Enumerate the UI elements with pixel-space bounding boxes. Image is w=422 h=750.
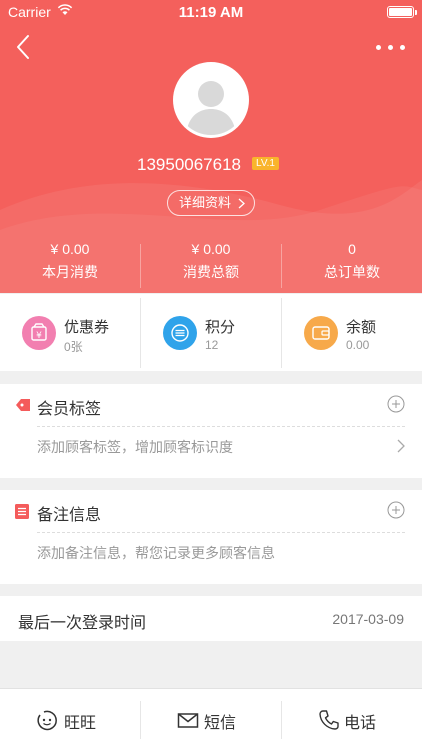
asset-title: 余额 [346,319,377,336]
stat-value: 0 [348,241,356,257]
balance-entry[interactable]: 余额 0.00 [282,294,422,371]
asset-title: 积分 [205,319,236,336]
last-login-row: 最后一次登录时间 2017-03-09 [0,596,422,641]
battery-icon [387,6,417,18]
stat-label: 消费总额 [183,264,239,280]
avatar[interactable] [173,62,249,138]
dashed-divider [37,426,405,427]
asset-summary: ¥ 优惠券 0张 积分 12 余额 0.00 [0,294,422,371]
stat-total-spend: ¥ 0.00 消费总额 [141,236,281,292]
stat-value: ¥ 0.00 [191,241,231,257]
asset-title: 优惠券 [64,319,110,336]
stat-value: ¥ 0.00 [50,241,90,257]
more-dot-icon [388,45,393,50]
call-button[interactable]: 电话 [282,689,422,750]
customer-phone: 13950067618 [137,155,242,174]
stat-label: 本月消费 [42,264,98,280]
sms-button[interactable]: 短信 [141,689,281,750]
add-tag-button[interactable] [387,395,405,413]
tab-label: 短信 [204,715,237,732]
wangwang-button[interactable]: 旺旺 [0,689,140,750]
stat-total-orders: 0 总订单数 [282,236,422,292]
last-login-label: 最后一次登录时间 [18,615,147,632]
add-note-hint[interactable]: 添加备注信息，帮您记录更多顾客信息 [37,543,275,563]
coupon-entry[interactable]: ¥ 优惠券 0张 [0,294,140,371]
stat-monthly-spend: ¥ 0.00 本月消费 [0,236,140,292]
wangwang-icon [37,710,57,731]
detail-info-button[interactable]: 详细资料 [167,190,255,216]
more-options-button[interactable] [374,38,408,56]
asset-value: 0.00 [346,338,370,352]
add-tag-hint[interactable]: 添加顾客标签，增加顾客标识度 [37,437,233,457]
points-icon [163,316,197,350]
phone-icon [319,710,339,730]
status-bar: Carrier 11:19 AM [0,0,422,24]
dashed-divider [37,532,405,533]
member-tags-card: 会员标签 添加顾客标签，增加顾客标识度 [0,384,422,478]
note-icon [15,504,29,519]
section-title: 备注信息 [37,507,102,524]
chevron-right-icon[interactable] [397,439,405,453]
chevron-left-icon [17,35,29,59]
notes-card: 备注信息 添加备注信息，帮您记录更多顾客信息 [0,490,422,584]
svg-text:¥: ¥ [36,331,42,341]
user-silhouette-icon [186,81,236,135]
tag-icon [16,399,30,411]
stats-row: ¥ 0.00 本月消费 ¥ 0.00 消费总额 0 总订单数 [0,236,422,292]
tab-label: 电话 [344,715,377,732]
points-entry[interactable]: 积分 12 [141,294,281,371]
asset-value: 12 [205,338,219,352]
more-dot-icon [376,45,381,50]
asset-value: 0张 [64,340,83,354]
contact-action-bar: 旺旺 短信 电话 [0,688,422,750]
profile-header: Carrier 11:19 AM 13950067618 LV.1 详细资料 ¥… [0,0,422,293]
detail-info-label: 详细资料 [179,195,232,210]
add-note-button[interactable] [387,501,405,519]
chevron-right-icon [238,198,245,209]
status-time: 11:19 AM [178,4,244,21]
level-badge: LV.1 [252,157,279,170]
more-dot-icon [400,45,405,50]
stat-label: 总订单数 [324,264,380,280]
tab-label: 旺旺 [64,715,97,732]
back-button[interactable] [12,32,36,62]
coupon-icon: ¥ [22,316,56,350]
last-login-date: 2017-03-09 [332,611,404,627]
section-title: 会员标签 [37,401,102,418]
wallet-icon [304,316,338,350]
envelope-icon [177,713,199,728]
